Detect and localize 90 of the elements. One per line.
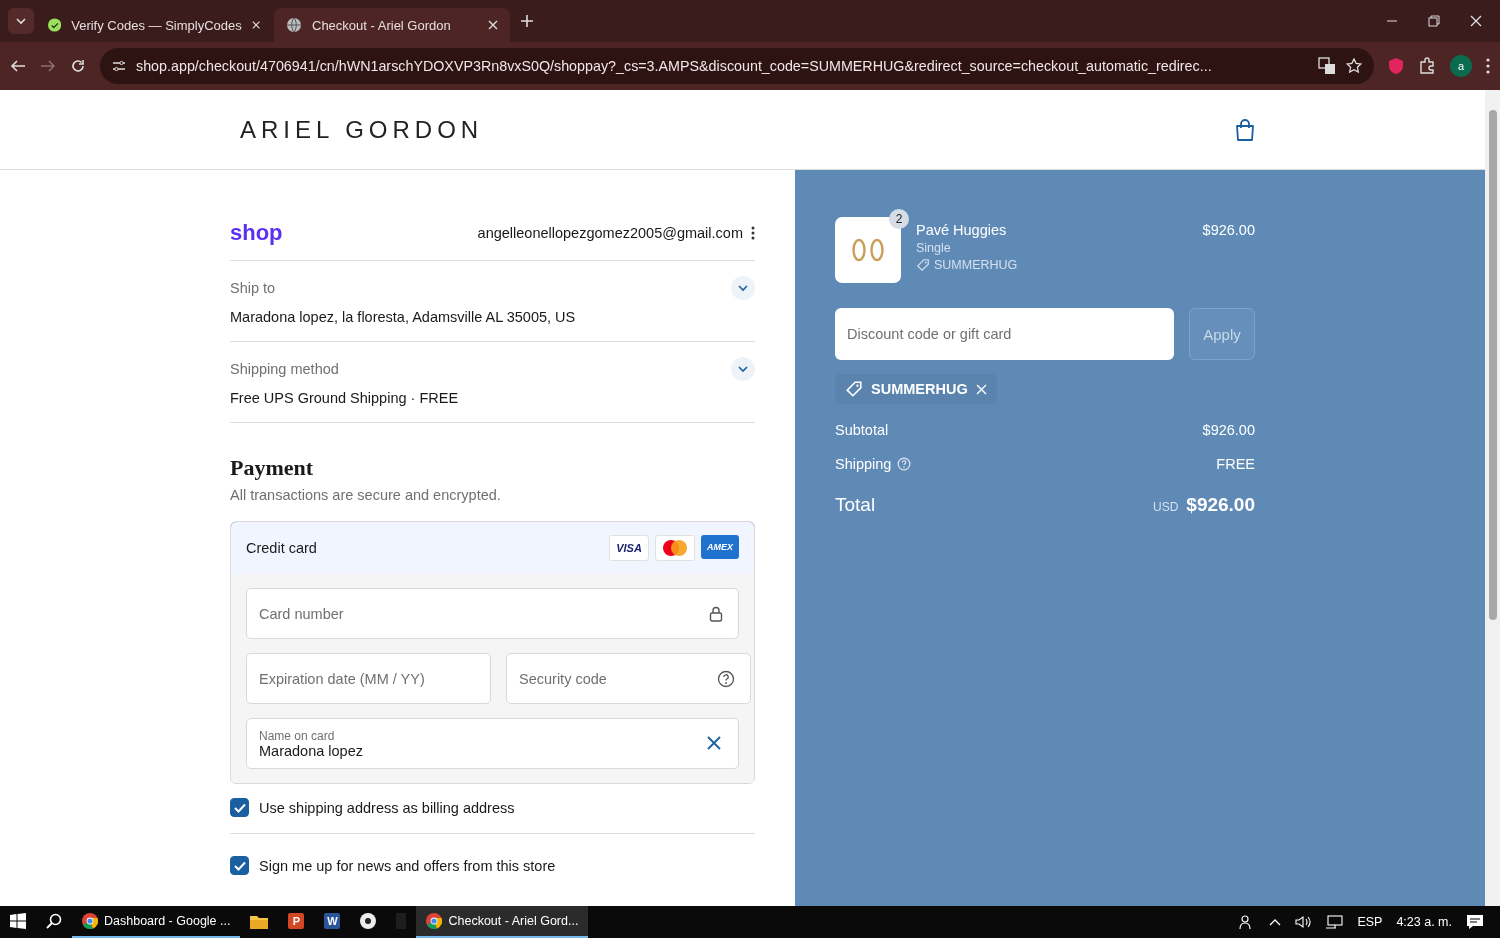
tag-icon (916, 258, 930, 272)
reload-icon[interactable] (70, 58, 86, 74)
total-value: $926.00 (1186, 494, 1255, 516)
payment-subtitle: All transactions are secure and encrypted. (230, 487, 502, 503)
earrings-icon (850, 238, 886, 262)
clock[interactable]: 4:23 a. m. (1396, 915, 1452, 929)
mastercard-logo (662, 540, 688, 556)
product-price: $926.00 (1202, 221, 1255, 238)
currency-code: USD (1152, 500, 1179, 514)
remove-icon[interactable] (975, 383, 987, 395)
network-icon[interactable] (1325, 915, 1344, 929)
card-number-field[interactable]: Card number (246, 588, 739, 639)
chrome-icon (426, 913, 443, 929)
payment-method-option[interactable]: Credit card VISA AMEX (231, 522, 754, 575)
close-icon[interactable] (1470, 15, 1482, 27)
chevron-icon (737, 282, 749, 294)
globe-icon (286, 17, 302, 33)
subtotal-label: Subtotal (835, 422, 889, 438)
shop-logo: shop (230, 220, 283, 246)
shipping-value: FREE (1216, 456, 1255, 472)
product-variant: Single (916, 241, 952, 255)
profile-avatar[interactable]: a (1450, 55, 1472, 77)
extensions-icon[interactable] (1418, 57, 1436, 75)
back-icon[interactable] (10, 58, 26, 74)
app-icon[interactable] (360, 913, 377, 929)
quantity-badge: 2 (889, 209, 909, 229)
applied-code: SUMMERHUG (871, 381, 968, 397)
clear-icon[interactable] (706, 735, 722, 751)
close-icon[interactable] (251, 20, 260, 30)
security-code-field[interactable]: Security code (506, 653, 751, 704)
discount-code: SUMMERHUG (934, 258, 1018, 272)
menu-icon[interactable] (1486, 58, 1490, 74)
checkbox-label[interactable]: Use shipping address as billing address (259, 799, 515, 816)
taskbar-app[interactable]: Dashboard - Google ... (72, 906, 241, 938)
address-bar[interactable]: shop.app/checkout/4706941/cn/hWN1arschYDOXVP3Rn8vxS0Q/shoppay?_cs=3.AMPS&discount_code=SUMMERHUG&redirect_source=checkout_automatic_redirec... (100, 48, 1374, 84)
forward-icon[interactable] (40, 58, 56, 74)
section-label: Shipping method (230, 361, 339, 377)
restore-icon[interactable] (1428, 15, 1440, 27)
shipping-label: Shipping (835, 456, 892, 472)
more-icon[interactable] (751, 226, 755, 240)
payment-heading: Payment (230, 455, 315, 481)
folder-icon[interactable] (250, 913, 269, 929)
checkbox[interactable] (230, 798, 249, 817)
new-tab-icon[interactable] (520, 14, 534, 28)
language-indicator[interactable]: ESP (1357, 915, 1383, 929)
visa-logo: VISA (609, 535, 649, 561)
section-label: Ship to (230, 280, 276, 296)
check-icon (233, 802, 246, 813)
shopping-bag-icon[interactable] (1235, 118, 1255, 141)
check-icon (233, 860, 246, 871)
method-label: Credit card (246, 540, 317, 556)
checkbox[interactable] (230, 856, 249, 875)
expiration-field[interactable]: Expiration date (MM / YY) (246, 653, 491, 704)
name-on-card-field[interactable]: Name on card Maradona lopez (246, 718, 739, 769)
discount-field[interactable]: Discount code or gift card (835, 308, 1174, 360)
browser-tab[interactable]: Checkout - Ariel Gordon (274, 8, 510, 42)
chevron-icon (737, 363, 749, 375)
tab-search-button[interactable] (8, 8, 34, 34)
checkbox-label[interactable]: Sign me up for news and offers from this store (259, 857, 556, 874)
section-value: Maradona lopez, la floresta, Adamsville AL 35005, US (230, 309, 577, 325)
search-icon[interactable] (46, 913, 62, 929)
windows-start-icon[interactable] (10, 913, 26, 929)
subtotal-value: $926.00 (1202, 422, 1255, 438)
lock-icon (709, 605, 723, 622)
chevron-up-icon[interactable] (1269, 918, 1282, 926)
chrome-icon (82, 913, 98, 929)
star-icon[interactable] (1346, 58, 1362, 74)
shield-icon[interactable] (1388, 57, 1404, 75)
expand-button[interactable] (731, 276, 755, 300)
total-label: Total (835, 494, 876, 516)
scrollbar-thumb[interactable] (1488, 110, 1497, 620)
amex-logo: AMEX (701, 535, 739, 559)
section-value: Free UPS Ground Shipping · FREE (230, 390, 460, 406)
check-circle-icon (48, 17, 62, 33)
browser-tab[interactable]: Verify Codes — SimplyCodes (36, 8, 272, 42)
site-settings-icon (112, 59, 126, 73)
product-name: Pavé Huggies (916, 222, 1008, 238)
help-icon[interactable] (717, 669, 735, 688)
translate-icon[interactable] (1318, 57, 1336, 75)
account-email: angelleonellopezgomez2005@gmail.com (477, 225, 743, 241)
taskbar-app[interactable]: Checkout - Ariel Gord... (416, 906, 589, 938)
store-logo[interactable]: ARIEL GORDON (240, 115, 484, 144)
tag-icon (845, 380, 863, 398)
powerpoint-icon[interactable]: P (288, 913, 305, 929)
chevron-icon (15, 15, 27, 27)
expand-button[interactable] (731, 357, 755, 381)
notification-icon[interactable] (1466, 914, 1484, 930)
word-icon[interactable]: W (324, 913, 341, 929)
close-icon[interactable] (488, 20, 498, 30)
speaker-icon[interactable] (1295, 915, 1312, 929)
